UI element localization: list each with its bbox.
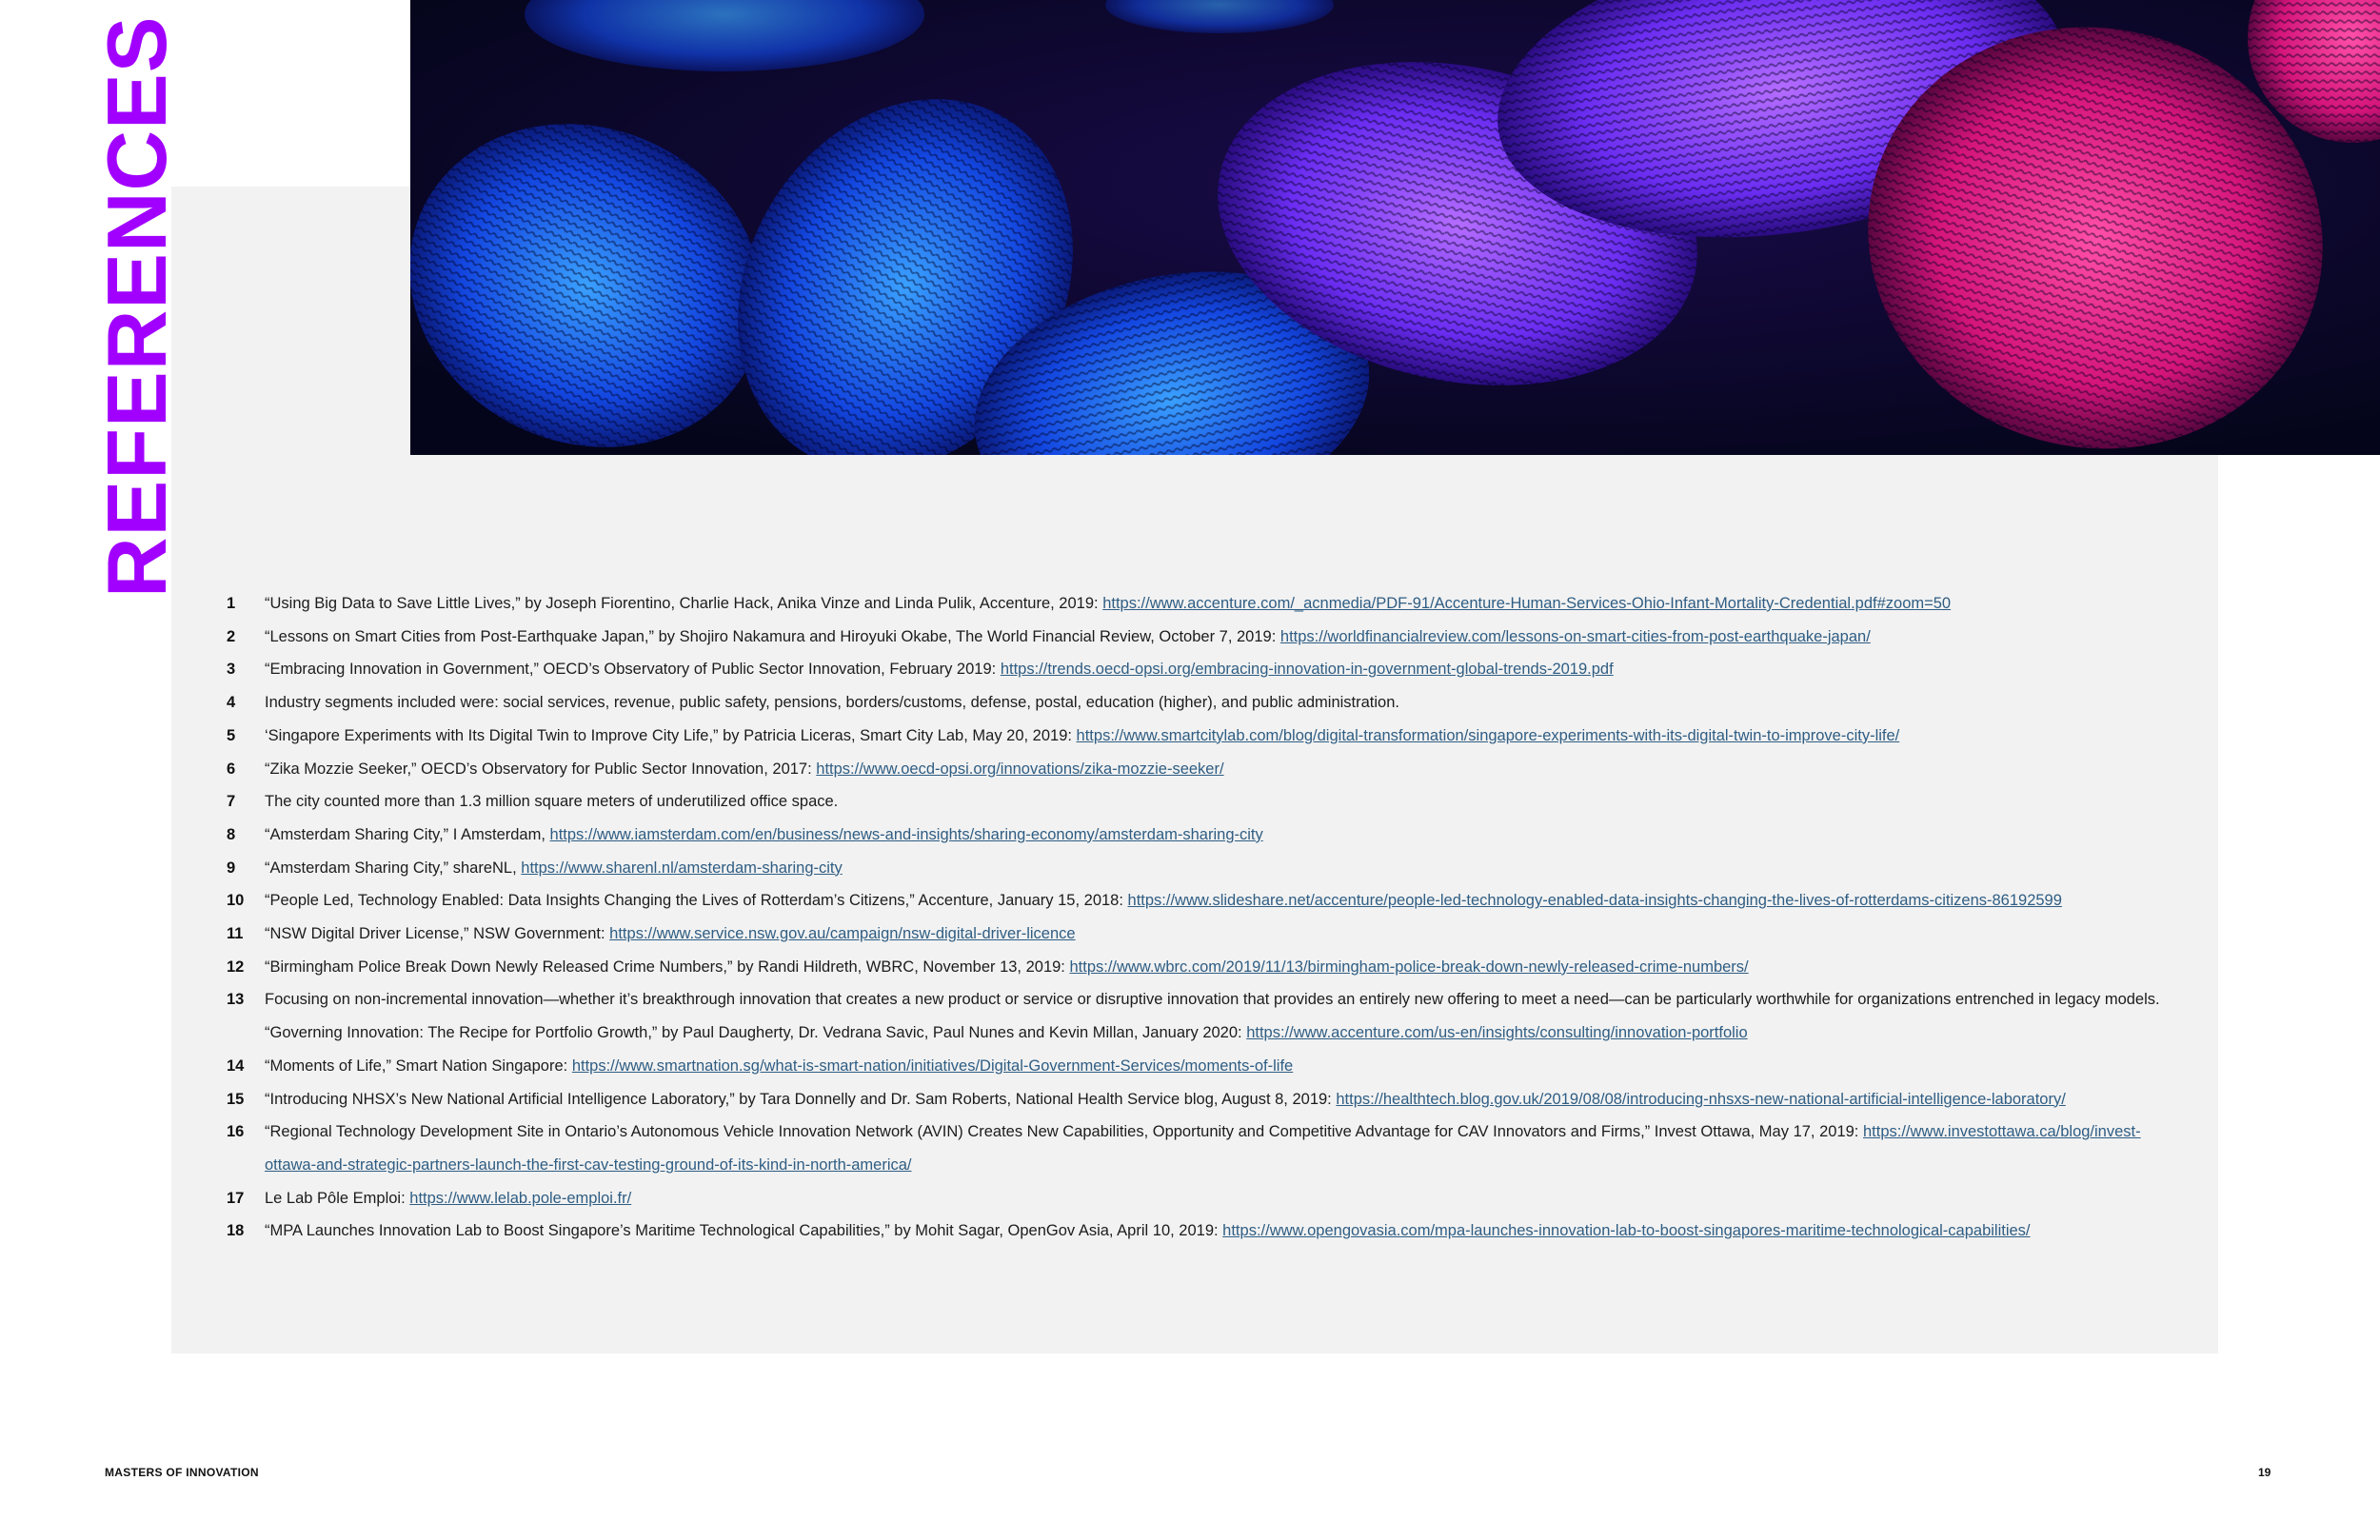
reference-link[interactable]: https://trends.oecd-opsi.org/embracing-i… <box>1001 661 1614 678</box>
reference-body: “Amsterdam Sharing City,” I Amsterdam, h… <box>265 819 2188 852</box>
reference-text: “Birmingham Police Break Down Newly Rele… <box>265 958 1070 976</box>
reference-link[interactable]: https://www.opengovasia.com/mpa-launches… <box>1222 1222 2030 1239</box>
reference-number: 17 <box>227 1189 245 1207</box>
reference-body: “Using Big Data to Save Little Lives,” b… <box>265 587 2188 621</box>
reference-body: “Introducing NHSX’s New National Artific… <box>265 1083 2188 1116</box>
reference-link[interactable]: https://www.smartnation.sg/what-is-smart… <box>572 1057 1293 1075</box>
reference-body: “Embracing Innovation in Government,” OE… <box>265 653 2188 686</box>
reference-body: “NSW Digital Driver License,” NSW Govern… <box>265 918 2188 951</box>
reference-body: “Amsterdam Sharing City,” shareNL, https… <box>265 852 2188 885</box>
reference-item: 16 “Regional Technology Development Site … <box>227 1116 2188 1181</box>
footer-publication-title: MASTERS OF INNOVATION <box>105 1466 259 1479</box>
reference-body: The city counted more than 1.3 million s… <box>265 785 2188 819</box>
reference-text: “Embracing Innovation in Government,” OE… <box>265 661 1001 679</box>
reference-link[interactable]: https://www.sharenl.nl/amsterdam-sharing… <box>521 859 842 877</box>
reference-text: “People Led, Technology Enabled: Data In… <box>265 892 1128 910</box>
reference-item: 14 “Moments of Life,” Smart Nation Singap… <box>227 1050 2188 1083</box>
reference-item: 17 Le Lab Pôle Emploi: https://www.lelab.… <box>227 1182 2188 1215</box>
reference-item: 7 The city counted more than 1.3 million … <box>227 785 2188 819</box>
reference-number: 14 <box>227 1056 245 1075</box>
references-list: 1 “Using Big Data to Save Little Lives,” … <box>227 587 2188 1248</box>
reference-number: 8 <box>227 825 236 843</box>
reference-number: 3 <box>227 661 236 679</box>
fingerprint-illustration <box>410 0 2380 455</box>
reference-link[interactable]: https://www.accenture.com/us-en/insights… <box>1246 1024 1747 1041</box>
reference-text: “Amsterdam Sharing City,” shareNL, <box>265 859 522 877</box>
reference-number: 18 <box>227 1222 245 1240</box>
reference-number: 4 <box>227 694 236 712</box>
reference-text: “Regional Technology Development Site in… <box>265 1123 1863 1141</box>
reference-number: 16 <box>227 1123 245 1141</box>
reference-body: Industry segments included were: social … <box>265 686 2188 720</box>
reference-text: The city counted more than 1.3 million s… <box>265 793 839 811</box>
fingerprints-hero-image <box>410 0 2380 455</box>
reference-item: 6 “Zika Mozzie Seeker,” OECD’s Observator… <box>227 753 2188 786</box>
reference-link[interactable]: https://worldfinancialreview.com/lessons… <box>1280 628 1871 645</box>
reference-item: 13 Focusing on non-incremental innovation… <box>227 983 2188 1049</box>
reference-item: 2 “Lessons on Smart Cities from Post-Eart… <box>227 621 2188 654</box>
reference-number: 6 <box>227 760 236 778</box>
reference-number: 11 <box>227 925 244 943</box>
reference-item: 11 “NSW Digital Driver License,” NSW Gove… <box>227 918 2188 951</box>
reference-item: 15 “Introducing NHSX’s New National Artif… <box>227 1083 2188 1116</box>
reference-link[interactable]: https://www.smartcitylab.com/blog/digita… <box>1077 727 1900 744</box>
reference-number: 2 <box>227 627 236 645</box>
reference-body: “MPA Launches Innovation Lab to Boost Si… <box>265 1214 2188 1248</box>
reference-link[interactable]: https://www.wbrc.com/2019/11/13/birmingh… <box>1069 958 1748 976</box>
reference-body: “Zika Mozzie Seeker,” OECD’s Observatory… <box>265 753 2188 786</box>
reference-text: ‘Singapore Experiments with Its Digital … <box>265 726 1077 744</box>
reference-text: “NSW Digital Driver License,” NSW Govern… <box>265 925 610 943</box>
reference-text: Focusing on non-incremental innovation—w… <box>265 991 2160 1042</box>
reference-body: Focusing on non-incremental innovation—w… <box>265 983 2188 1049</box>
reference-item: 1 “Using Big Data to Save Little Lives,” … <box>227 587 2188 621</box>
reference-text: Industry segments included were: social … <box>265 694 1399 712</box>
reference-item: 12 “Birmingham Police Break Down Newly Re… <box>227 951 2188 984</box>
reference-link[interactable]: https://www.service.nsw.gov.au/campaign/… <box>609 925 1075 942</box>
reference-item: 3 “Embracing Innovation in Government,” O… <box>227 653 2188 686</box>
reference-number: 12 <box>227 958 245 976</box>
reference-link[interactable]: https://www.iamsterdam.com/en/business/n… <box>550 826 1263 843</box>
reference-body: ‘Singapore Experiments with Its Digital … <box>265 720 2188 753</box>
reference-text: “MPA Launches Innovation Lab to Boost Si… <box>265 1222 1223 1240</box>
reference-body: “Moments of Life,” Smart Nation Singapor… <box>265 1050 2188 1083</box>
reference-number: 7 <box>227 793 236 811</box>
reference-text: “Using Big Data to Save Little Lives,” b… <box>265 595 1103 612</box>
reference-link[interactable]: https://www.accenture.com/_acnmedia/PDF-… <box>1102 595 1951 612</box>
reference-body: “Regional Technology Development Site in… <box>265 1116 2188 1181</box>
reference-item: 5 ‘Singapore Experiments with Its Digital… <box>227 720 2188 753</box>
reference-text: “Moments of Life,” Smart Nation Singapor… <box>265 1056 572 1075</box>
reference-number: 15 <box>227 1090 245 1108</box>
reference-link[interactable]: https://www.lelab.pole-emploi.fr/ <box>409 1190 631 1207</box>
reference-item: 10 “People Led, Technology Enabled: Data … <box>227 884 2188 918</box>
reference-number: 9 <box>227 859 236 877</box>
reference-body: “People Led, Technology Enabled: Data In… <box>265 884 2188 918</box>
reference-link[interactable]: https://healthtech.blog.gov.uk/2019/08/0… <box>1336 1091 2065 1108</box>
reference-text: “Introducing NHSX’s New National Artific… <box>265 1090 1337 1108</box>
reference-item: 4 Industry segments included were: social… <box>227 686 2188 720</box>
reference-number: 1 <box>227 595 236 612</box>
reference-body: Le Lab Pôle Emploi: https://www.lelab.po… <box>265 1182 2188 1215</box>
section-title: REFERENCES <box>89 15 184 598</box>
reference-text: “Amsterdam Sharing City,” I Amsterdam, <box>265 825 550 843</box>
reference-link[interactable]: https://www.oecd-opsi.org/innovations/zi… <box>816 760 1223 778</box>
reference-number: 13 <box>227 991 245 1009</box>
reference-body: “Birmingham Police Break Down Newly Rele… <box>265 951 2188 984</box>
reference-text: “Zika Mozzie Seeker,” OECD’s Observatory… <box>265 760 817 778</box>
reference-link[interactable]: https://www.slideshare.net/accenture/peo… <box>1128 892 2062 909</box>
reference-number: 5 <box>227 726 236 744</box>
reference-body: “Lessons on Smart Cities from Post-Earth… <box>265 621 2188 654</box>
reference-item: 18 “MPA Launches Innovation Lab to Boost … <box>227 1214 2188 1248</box>
page-number: 19 <box>2258 1466 2271 1479</box>
reference-number: 10 <box>227 892 245 910</box>
reference-item: 8 “Amsterdam Sharing City,” I Amsterdam, … <box>227 819 2188 852</box>
reference-item: 9 “Amsterdam Sharing City,” shareNL, http… <box>227 852 2188 885</box>
reference-text: Le Lab Pôle Emploi: <box>265 1189 410 1207</box>
reference-text: “Lessons on Smart Cities from Post-Earth… <box>265 627 1280 645</box>
